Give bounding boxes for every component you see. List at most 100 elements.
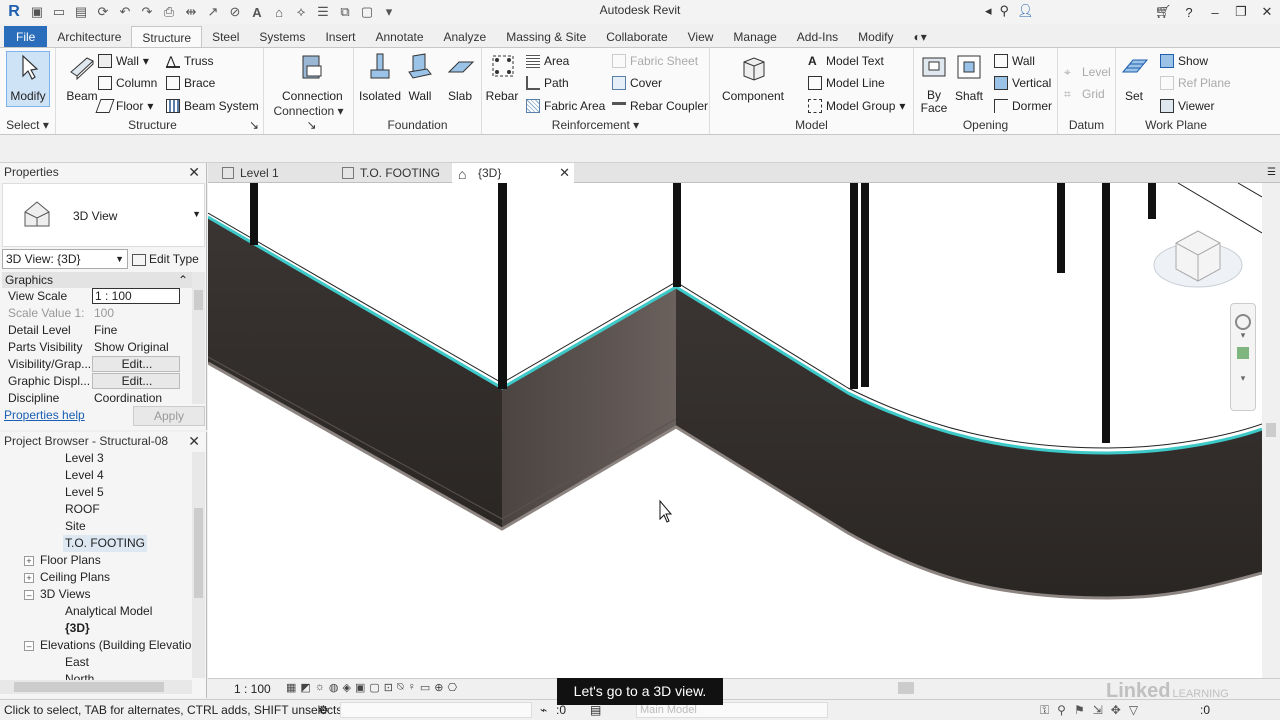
edit-type-button[interactable]: Edit Type bbox=[132, 249, 199, 269]
tree-item-analytical-model[interactable]: Analytical Model bbox=[65, 603, 152, 620]
wheel-dropdown-icon[interactable]: ▾ bbox=[1231, 330, 1255, 341]
type-dropdown-icon[interactable]: ▼ bbox=[192, 209, 201, 219]
editing-requests-icon[interactable]: ⌁ bbox=[540, 700, 547, 720]
render-icon[interactable]: ◈ bbox=[343, 681, 351, 694]
area-button[interactable]: Area bbox=[526, 51, 569, 71]
tab-steel[interactable]: Steel bbox=[202, 26, 249, 48]
column-6[interactable] bbox=[1057, 183, 1065, 273]
sun-path-icon[interactable]: ☼ bbox=[315, 681, 325, 694]
wall-segment-left[interactable] bbox=[208, 217, 502, 529]
info-center-arrow-icon[interactable]: ◂ bbox=[985, 3, 992, 19]
3d-view-canvas[interactable]: ▾ ▾ bbox=[208, 183, 1262, 678]
connection-button[interactable]: Connection bbox=[282, 52, 343, 103]
tree-item-roof[interactable]: ROOF bbox=[65, 501, 100, 518]
tree-item-east[interactable]: East bbox=[65, 654, 89, 671]
column-4[interactable] bbox=[850, 183, 858, 389]
column-1[interactable] bbox=[250, 183, 258, 245]
close-window-icon[interactable]: ✕ bbox=[1254, 4, 1280, 20]
ribbon-options-icon[interactable]: ◐▾ bbox=[904, 26, 937, 48]
highlight-displacement-icon[interactable]: ⎔ bbox=[448, 681, 458, 694]
restore-icon[interactable]: ❐ bbox=[1228, 4, 1254, 20]
customize-qat-icon[interactable]: ▾ bbox=[380, 3, 398, 21]
close-properties-icon[interactable]: ✕ bbox=[188, 163, 200, 181]
viewcube[interactable] bbox=[1152, 213, 1246, 293]
cart-icon[interactable]: 🛒︎ bbox=[1150, 4, 1176, 20]
select-underlay-icon[interactable]: ⚲ bbox=[1057, 700, 1066, 720]
workset-selector[interactable] bbox=[340, 702, 532, 718]
model-text-button[interactable]: A Model Text bbox=[808, 51, 884, 71]
select-links-icon[interactable]: ⚿ bbox=[1040, 700, 1049, 720]
detail-level-value[interactable]: Fine bbox=[92, 322, 180, 339]
close-view-tab-icon[interactable]: ✕ bbox=[559, 163, 570, 183]
save-icon[interactable]: ▤ bbox=[72, 3, 90, 21]
open-icon[interactable]: ▭ bbox=[50, 3, 68, 21]
drag-elements-icon[interactable]: ✥ bbox=[1111, 700, 1121, 720]
tree-item-floor-plans[interactable]: + Floor Plans bbox=[24, 552, 101, 569]
tree-item-to-footing[interactable]: T.O. FOOTING bbox=[63, 535, 147, 552]
browser-scrollbar[interactable] bbox=[192, 452, 205, 678]
section-icon[interactable]: ⟡ bbox=[292, 3, 310, 21]
close-hidden-icon[interactable]: ⧉ bbox=[336, 3, 354, 21]
model-group-button[interactable]: Model Group ▾ bbox=[808, 96, 905, 116]
lock-3d-icon[interactable]: ⊡ bbox=[384, 681, 393, 694]
redo-icon[interactable]: ↷ bbox=[138, 3, 156, 21]
tab-manage[interactable]: Manage bbox=[723, 26, 786, 48]
parts-visibility-value[interactable]: Show Original bbox=[92, 339, 180, 356]
floor-button[interactable]: Floor ▾ bbox=[95, 96, 153, 116]
dormer-button[interactable]: Dormer bbox=[994, 96, 1052, 116]
reinforcement-panel-label[interactable]: Reinforcement ▾ bbox=[482, 118, 709, 132]
tree-item-level-5[interactable]: Level 5 bbox=[65, 484, 104, 501]
measure-icon[interactable]: ⇹ bbox=[182, 3, 200, 21]
steering-wheel-icon[interactable] bbox=[1235, 314, 1251, 330]
close-browser-icon[interactable]: ✕ bbox=[188, 432, 200, 450]
switch-windows-icon[interactable]: ▢ bbox=[358, 3, 376, 21]
analytical-model-icon[interactable]: ⊕ bbox=[434, 681, 443, 694]
view-tab-to-footing[interactable]: T.O. FOOTING bbox=[334, 163, 452, 183]
tag-icon[interactable]: ⊘ bbox=[226, 3, 244, 21]
view-selector[interactable]: 3D View: {3D} ▼ bbox=[2, 249, 128, 269]
column-5[interactable] bbox=[861, 183, 869, 387]
set-work-plane-button[interactable]: Set bbox=[1110, 52, 1158, 103]
visibility-graphics-edit-button[interactable]: Edit... bbox=[92, 356, 180, 372]
viewbar-hscroll-thumb[interactable] bbox=[898, 682, 914, 694]
properties-help-link[interactable]: Properties help bbox=[4, 408, 85, 422]
column-7[interactable] bbox=[1102, 183, 1110, 443]
navigation-bar[interactable]: ▾ ▾ bbox=[1230, 303, 1256, 411]
column-2[interactable] bbox=[498, 183, 507, 389]
column-button[interactable]: Column bbox=[98, 73, 157, 93]
model-line-button[interactable]: Model Line bbox=[808, 73, 885, 93]
vertical-opening-button[interactable]: Vertical bbox=[994, 73, 1051, 93]
detail-level-icon[interactable]: ▦ bbox=[286, 681, 296, 694]
user-icon[interactable]: 👤︎ bbox=[1017, 3, 1034, 19]
structure-panel-label[interactable]: Structure ↘ bbox=[56, 118, 263, 132]
discipline-value[interactable]: Coordination bbox=[92, 390, 180, 407]
binoculars-icon[interactable]: ⚲ bbox=[1000, 3, 1010, 19]
graphics-group-header[interactable]: Graphics ⌃ bbox=[2, 272, 192, 288]
graphic-display-edit-button[interactable]: Edit... bbox=[92, 373, 180, 389]
fabric-area-button[interactable]: Fabric Area bbox=[526, 96, 605, 116]
tab-add-ins[interactable]: Add-Ins bbox=[787, 26, 848, 48]
truss-button[interactable]: ⋀ Truss bbox=[166, 51, 214, 71]
apply-button[interactable]: Apply bbox=[133, 406, 205, 426]
tab-annotate[interactable]: Annotate bbox=[365, 26, 433, 48]
visual-style-icon[interactable]: ◩ bbox=[300, 681, 310, 694]
print-icon[interactable]: ⎙ bbox=[160, 3, 178, 21]
tree-item-3d-views[interactable]: –3D Views bbox=[24, 586, 90, 603]
browser-scroll-thumb[interactable] bbox=[194, 508, 203, 598]
view-scale-input[interactable]: 1 : 100 bbox=[92, 288, 180, 304]
grid-button[interactable]: ⌗ Grid bbox=[1064, 84, 1105, 104]
viewer-button[interactable]: Viewer bbox=[1160, 96, 1214, 116]
shadows-icon[interactable]: ◍ bbox=[329, 681, 339, 694]
browser-hscroll-thumb[interactable] bbox=[14, 682, 164, 692]
worksets-icon[interactable]: ⚙︎ bbox=[318, 700, 329, 720]
show-work-plane-button[interactable]: Show bbox=[1160, 51, 1208, 71]
tab-massing-site[interactable]: Massing & Site bbox=[496, 26, 596, 48]
properties-scroll-thumb[interactable] bbox=[194, 290, 203, 310]
thin-lines-icon[interactable]: ☰ bbox=[314, 3, 332, 21]
tree-item-3d[interactable]: {3D} bbox=[65, 620, 90, 637]
expand-icon[interactable]: + bbox=[24, 556, 34, 566]
tab-structure[interactable]: Structure bbox=[131, 26, 203, 48]
wall-segment-middle[interactable] bbox=[502, 287, 676, 529]
worksharing-icon[interactable]: ▭ bbox=[420, 681, 430, 694]
dimension-icon[interactable]: ↗ bbox=[204, 3, 222, 21]
